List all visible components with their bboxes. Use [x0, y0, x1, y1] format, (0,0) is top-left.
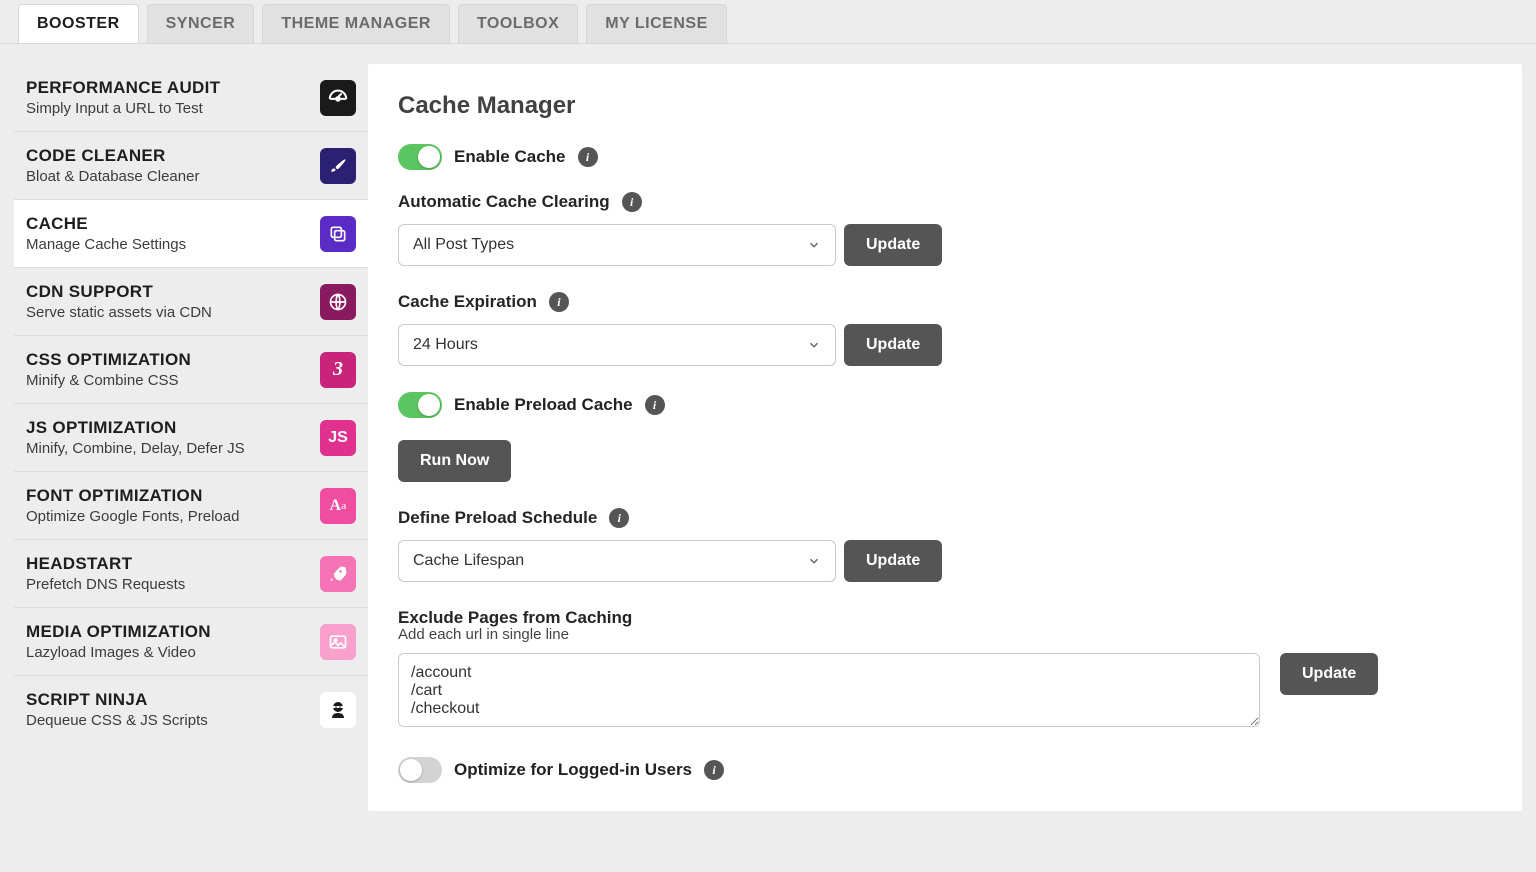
sidebar-item-performance-audit[interactable]: PERFORMANCE AUDIT Simply Input a URL to …	[14, 64, 368, 132]
tab-booster[interactable]: BOOSTER	[18, 4, 139, 43]
optimize-logged-toggle[interactable]	[398, 757, 442, 783]
expiration-select[interactable]: 24 Hours	[398, 324, 836, 366]
layers-icon	[320, 216, 356, 252]
sidebar-item-title: MEDIA OPTIMIZATION	[26, 622, 320, 642]
expiration-update-button[interactable]: Update	[844, 324, 942, 366]
info-icon[interactable]: i	[578, 147, 598, 167]
sidebar-item-js-optimization[interactable]: JS OPTIMIZATION Minify, Combine, Delay, …	[14, 404, 368, 472]
enable-cache-label: Enable Cache	[454, 147, 566, 167]
ninja-icon	[320, 692, 356, 728]
page-title: Cache Manager	[398, 92, 1492, 120]
enable-cache-toggle[interactable]	[398, 144, 442, 170]
sidebar-item-sub: Manage Cache Settings	[26, 236, 320, 253]
sidebar-item-title: SCRIPT NINJA	[26, 690, 320, 710]
schedule-label: Define Preload Schedule	[398, 508, 597, 528]
auto-clear-label: Automatic Cache Clearing	[398, 192, 610, 212]
info-icon[interactable]: i	[609, 508, 629, 528]
sidebar-item-title: CODE CLEANER	[26, 146, 320, 166]
sidebar-item-css-optimization[interactable]: CSS OPTIMIZATION Minify & Combine CSS 3	[14, 336, 368, 404]
js-icon: JS	[320, 420, 356, 456]
sidebar-item-sub: Optimize Google Fonts, Preload	[26, 508, 320, 525]
sidebar-item-cache[interactable]: CACHE Manage Cache Settings	[14, 200, 368, 268]
tab-theme-manager[interactable]: THEME MANAGER	[262, 4, 450, 43]
rocket-icon	[320, 556, 356, 592]
enable-preload-toggle[interactable]	[398, 392, 442, 418]
auto-clear-update-button[interactable]: Update	[844, 224, 942, 266]
select-value: All Post Types	[413, 236, 514, 254]
optimize-logged-label: Optimize for Logged-in Users	[454, 760, 692, 780]
sidebar-item-sub: Bloat & Database Cleaner	[26, 168, 320, 185]
exclude-label: Exclude Pages from Caching	[398, 608, 632, 628]
globe-icon	[320, 284, 356, 320]
font-icon: Aa	[320, 488, 356, 524]
sidebar: PERFORMANCE AUDIT Simply Input a URL to …	[0, 44, 368, 831]
top-tabs: BOOSTER SYNCER THEME MANAGER TOOLBOX MY …	[0, 0, 1536, 44]
sidebar-item-title: CDN SUPPORT	[26, 282, 320, 302]
tab-syncer[interactable]: SYNCER	[147, 4, 255, 43]
enable-preload-label: Enable Preload Cache	[454, 395, 633, 415]
sidebar-item-cdn-support[interactable]: CDN SUPPORT Serve static assets via CDN	[14, 268, 368, 336]
info-icon[interactable]: i	[622, 192, 642, 212]
brush-icon	[320, 148, 356, 184]
chevron-down-icon	[807, 238, 821, 252]
css-icon: 3	[320, 352, 356, 388]
sidebar-item-title: JS OPTIMIZATION	[26, 418, 320, 438]
sidebar-item-sub: Minify & Combine CSS	[26, 372, 320, 389]
gauge-icon	[320, 80, 356, 116]
sidebar-item-sub: Serve static assets via CDN	[26, 304, 320, 321]
sidebar-item-title: CSS OPTIMIZATION	[26, 350, 320, 370]
exclude-textarea[interactable]	[398, 653, 1260, 727]
run-now-button[interactable]: Run Now	[398, 440, 511, 482]
info-icon[interactable]: i	[704, 760, 724, 780]
tab-toolbox[interactable]: TOOLBOX	[458, 4, 578, 43]
info-icon[interactable]: i	[645, 395, 665, 415]
sidebar-item-title: HEADSTART	[26, 554, 320, 574]
exclude-update-button[interactable]: Update	[1280, 653, 1378, 695]
sidebar-item-headstart[interactable]: HEADSTART Prefetch DNS Requests	[14, 540, 368, 608]
main-panel: Cache Manager Enable Cache i Automatic C…	[368, 64, 1522, 811]
select-value: 24 Hours	[413, 336, 478, 354]
select-value: Cache Lifespan	[413, 552, 524, 570]
tab-my-license[interactable]: MY LICENSE	[586, 4, 727, 43]
chevron-down-icon	[807, 338, 821, 352]
sidebar-item-title: PERFORMANCE AUDIT	[26, 78, 320, 98]
sidebar-item-sub: Lazyload Images & Video	[26, 644, 320, 661]
sidebar-item-title: CACHE	[26, 214, 320, 234]
auto-clear-select[interactable]: All Post Types	[398, 224, 836, 266]
sidebar-item-sub: Minify, Combine, Delay, Defer JS	[26, 440, 320, 457]
info-icon[interactable]: i	[549, 292, 569, 312]
sidebar-item-title: FONT OPTIMIZATION	[26, 486, 320, 506]
sidebar-item-media-optimization[interactable]: MEDIA OPTIMIZATION Lazyload Images & Vid…	[14, 608, 368, 676]
sidebar-item-font-optimization[interactable]: FONT OPTIMIZATION Optimize Google Fonts,…	[14, 472, 368, 540]
exclude-sub: Add each url in single line	[398, 626, 1492, 643]
sidebar-item-code-cleaner[interactable]: CODE CLEANER Bloat & Database Cleaner	[14, 132, 368, 200]
schedule-select[interactable]: Cache Lifespan	[398, 540, 836, 582]
expiration-label: Cache Expiration	[398, 292, 537, 312]
sidebar-item-sub: Prefetch DNS Requests	[26, 576, 320, 593]
sidebar-item-sub: Simply Input a URL to Test	[26, 100, 320, 117]
chevron-down-icon	[807, 554, 821, 568]
sidebar-item-script-ninja[interactable]: SCRIPT NINJA Dequeue CSS & JS Scripts	[14, 676, 368, 743]
image-icon	[320, 624, 356, 660]
sidebar-item-sub: Dequeue CSS & JS Scripts	[26, 712, 320, 729]
schedule-update-button[interactable]: Update	[844, 540, 942, 582]
